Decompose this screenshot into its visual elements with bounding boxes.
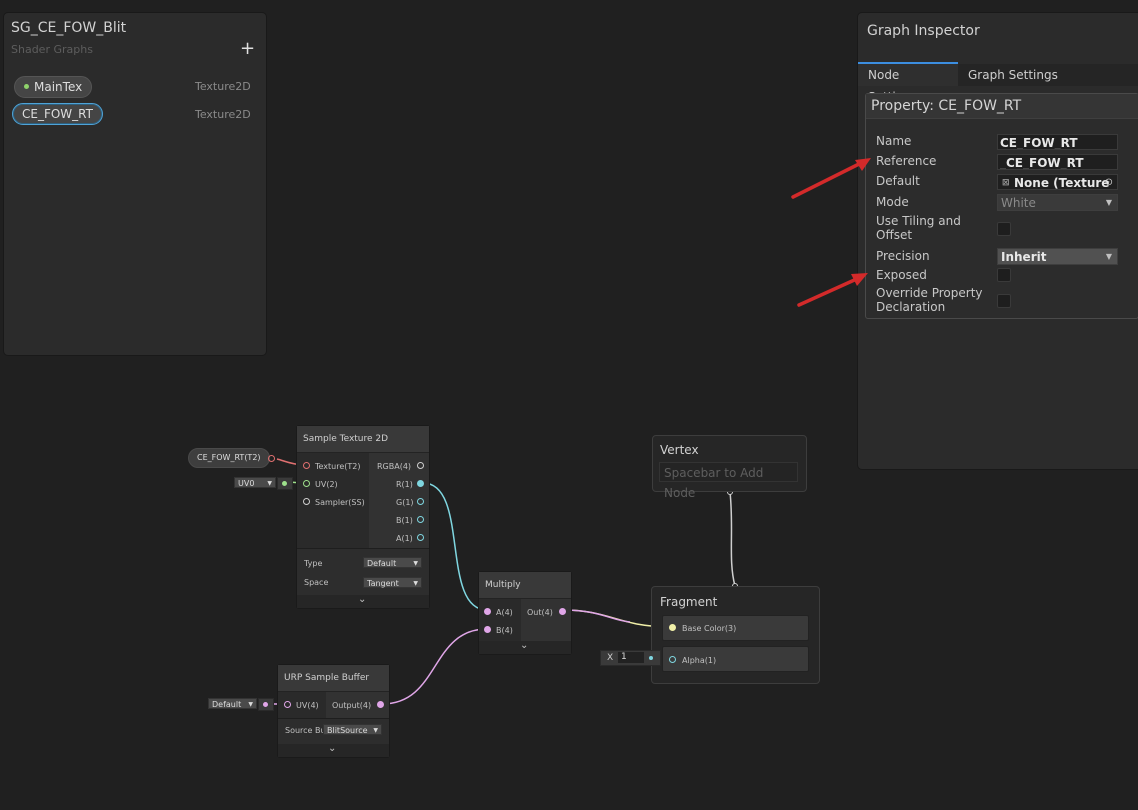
space-dropdown[interactable]: Tangent ▼ <box>363 577 422 588</box>
vertex-context[interactable]: Vertex Spacebar to Add Node <box>652 435 807 500</box>
uv-default-port-box <box>258 698 274 711</box>
output-label: A(1) <box>396 534 413 543</box>
chevron-down-icon: ⌄ <box>358 594 367 605</box>
uv-output-port[interactable] <box>282 481 287 486</box>
chevron-down-icon: ▼ <box>413 580 418 587</box>
property-node-label: CE_FOW_RT(T2) <box>197 453 261 462</box>
input-label: Sampler(SS) <box>315 498 365 507</box>
uv-channel-value: UV0 <box>238 479 255 488</box>
divider <box>297 548 429 549</box>
alpha-axis-label: X <box>607 653 614 663</box>
source-label: Source Bu <box>285 726 326 735</box>
output-label: G(1) <box>396 498 414 507</box>
alpha-port[interactable] <box>669 656 676 663</box>
chevron-down-icon: ▼ <box>248 701 253 708</box>
vertex-title: Vertex <box>660 443 699 457</box>
output-label: RGBA(4) <box>377 462 412 471</box>
property-node-ce-fow-rt[interactable]: CE_FOW_RT(T2) <box>188 448 275 468</box>
space-value: Tangent <box>367 579 399 588</box>
collapse-bar[interactable]: ⌄ <box>278 743 389 757</box>
sampler-input-port[interactable] <box>303 498 310 505</box>
input-label: Texture(T2) <box>315 462 361 471</box>
output-port[interactable] <box>377 701 384 708</box>
a-input-port[interactable] <box>484 608 491 615</box>
base-color-port[interactable] <box>669 624 676 631</box>
input-label: UV(2) <box>315 480 338 489</box>
divider <box>278 718 389 719</box>
wire-out-highlight <box>562 609 631 623</box>
input-label: UV(4) <box>296 701 319 710</box>
source-buffer-dropdown[interactable]: BlitSource ▼ <box>323 724 382 735</box>
b-input-port[interactable] <box>484 626 491 633</box>
alpha-value-input[interactable]: 1 <box>618 652 644 663</box>
uv-channel-dropdown[interactable]: UV0 ▼ <box>234 477 276 488</box>
g-output-port[interactable] <box>417 498 424 505</box>
node-title: Multiply <box>479 572 571 599</box>
output-label: Out(4) <box>527 608 553 617</box>
b-output-port[interactable] <box>417 516 424 523</box>
a-output-port[interactable] <box>417 534 424 541</box>
block-label: Alpha(1) <box>682 656 717 665</box>
chevron-down-icon: ⌄ <box>328 743 337 754</box>
multiply-node[interactable]: Multiply A(4) B(4) Out(4) ⌄ <box>478 571 572 655</box>
base-color-block[interactable]: Base Color(3) <box>662 615 809 641</box>
output-label: R(1) <box>396 480 413 489</box>
alpha-field-port[interactable] <box>649 656 653 660</box>
fragment-context[interactable]: Fragment Base Color(3) Alpha(1) <box>651 586 820 684</box>
output-label: B(1) <box>396 516 413 525</box>
uv-default-output-port[interactable] <box>263 702 268 707</box>
wire-output-to-b <box>381 628 488 705</box>
type-label: Type <box>304 559 323 568</box>
node-title: URP Sample Buffer <box>278 665 389 692</box>
node-title: Sample Texture 2D <box>297 426 429 453</box>
r-output-port[interactable] <box>417 480 424 487</box>
uv-default-dropdown[interactable]: Default ▼ <box>208 698 257 709</box>
urp-sample-buffer-node[interactable]: URP Sample Buffer UV(4) Output(4) Source… <box>277 664 390 758</box>
type-value: Default <box>367 559 397 568</box>
fragment-title: Fragment <box>660 595 718 609</box>
alpha-block[interactable]: Alpha(1) <box>662 646 809 672</box>
wire-vertex-fragment <box>729 491 736 587</box>
uv-input-port[interactable] <box>284 701 291 708</box>
output-port[interactable] <box>268 455 275 462</box>
alpha-value-field[interactable]: X 1 <box>600 650 661 666</box>
sample-texture-2d-node[interactable]: Sample Texture 2D Texture(T2) UV(2) Samp… <box>296 425 430 609</box>
uv-default-value: Default <box>212 700 242 709</box>
chevron-down-icon: ▼ <box>373 727 378 734</box>
uv-port-box <box>277 477 293 490</box>
input-label: B(4) <box>496 626 513 635</box>
out-port[interactable] <box>559 608 566 615</box>
graph-wires <box>270 458 738 705</box>
chevron-down-icon: ▼ <box>267 480 272 487</box>
rgba-output-port[interactable] <box>417 462 424 469</box>
texture-input-port[interactable] <box>303 462 310 469</box>
chevron-down-icon: ⌄ <box>520 640 529 651</box>
input-label: A(4) <box>496 608 513 617</box>
uv-input-port[interactable] <box>303 480 310 487</box>
source-value: BlitSource <box>327 726 368 735</box>
output-label: Output(4) <box>332 701 372 710</box>
block-label: Base Color(3) <box>682 624 737 633</box>
space-label: Space <box>304 578 329 587</box>
collapse-bar[interactable]: ⌄ <box>297 594 429 608</box>
collapse-bar[interactable]: ⌄ <box>479 640 571 654</box>
outputs-section <box>521 599 571 641</box>
add-node-placeholder[interactable]: Spacebar to Add Node <box>659 462 798 500</box>
chevron-down-icon: ▼ <box>413 560 418 567</box>
type-dropdown[interactable]: Default ▼ <box>363 557 422 568</box>
